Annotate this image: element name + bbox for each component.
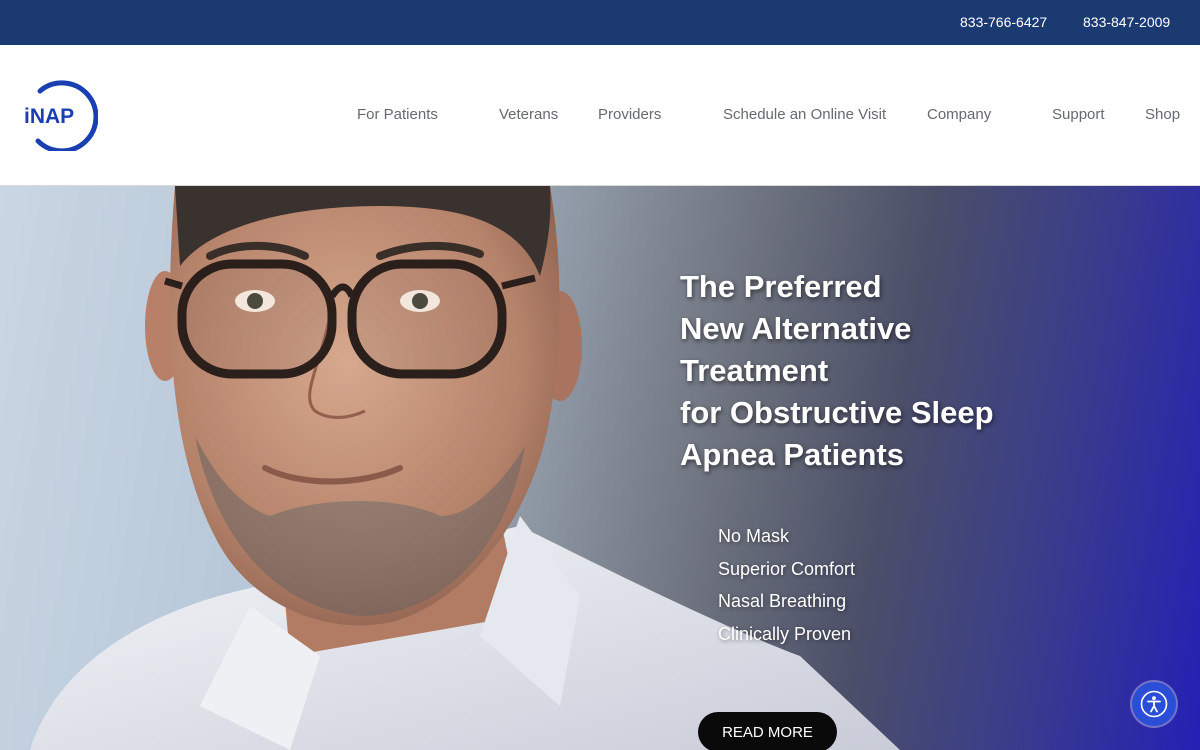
site-header: iNAP For Patients Veterans Providers Sch…: [0, 45, 1200, 186]
benefit-item: Superior Comfort: [718, 558, 856, 579]
nav-providers[interactable]: Providers: [598, 106, 661, 123]
phone-link-1[interactable]: 833-766-6427: [960, 14, 1047, 30]
benefits-list: No Mask Superior Comfort Nasal Breathing…: [718, 520, 855, 650]
nav-support[interactable]: Support: [1052, 106, 1105, 123]
logo-text: iNAP: [24, 105, 74, 128]
benefit-item: Clinically Proven: [718, 623, 852, 644]
read-more-button[interactable]: READ MORE: [698, 712, 837, 750]
hero-heading-line: Apnea Patients: [680, 437, 904, 472]
accessibility-button[interactable]: [1132, 682, 1176, 726]
hero-heading-line: The Preferred: [680, 269, 882, 304]
inap-logo[interactable]: iNAP: [22, 79, 99, 154]
hero-heading-line: New Alternative: [680, 311, 912, 346]
nav-for-patients[interactable]: For Patients: [357, 106, 438, 123]
benefit-item: No Mask: [718, 526, 790, 546]
benefit-item: Nasal Breathing: [718, 591, 847, 611]
nav-shop[interactable]: Shop: [1145, 106, 1180, 123]
hero-heading-line: Treatment: [680, 353, 829, 388]
phone-link-2[interactable]: 833-847-2009: [1083, 14, 1170, 30]
hero-heading: The Preferred New Alternative Treatment …: [680, 266, 1100, 476]
hero-banner: The Preferred New Alternative Treatment …: [0, 186, 1200, 750]
nav-company[interactable]: Company: [927, 106, 991, 123]
logo-mark: iNAP: [24, 80, 99, 154]
top-contact-bar: 833-766-6427 833-847-2009: [0, 0, 1200, 45]
accessibility-icon: [1140, 690, 1168, 718]
hero-heading-line: for Obstructive Sleep: [680, 395, 994, 430]
nav-schedule-online-visit[interactable]: Schedule an Online Visit: [723, 106, 886, 123]
nav-veterans[interactable]: Veterans: [499, 106, 558, 123]
